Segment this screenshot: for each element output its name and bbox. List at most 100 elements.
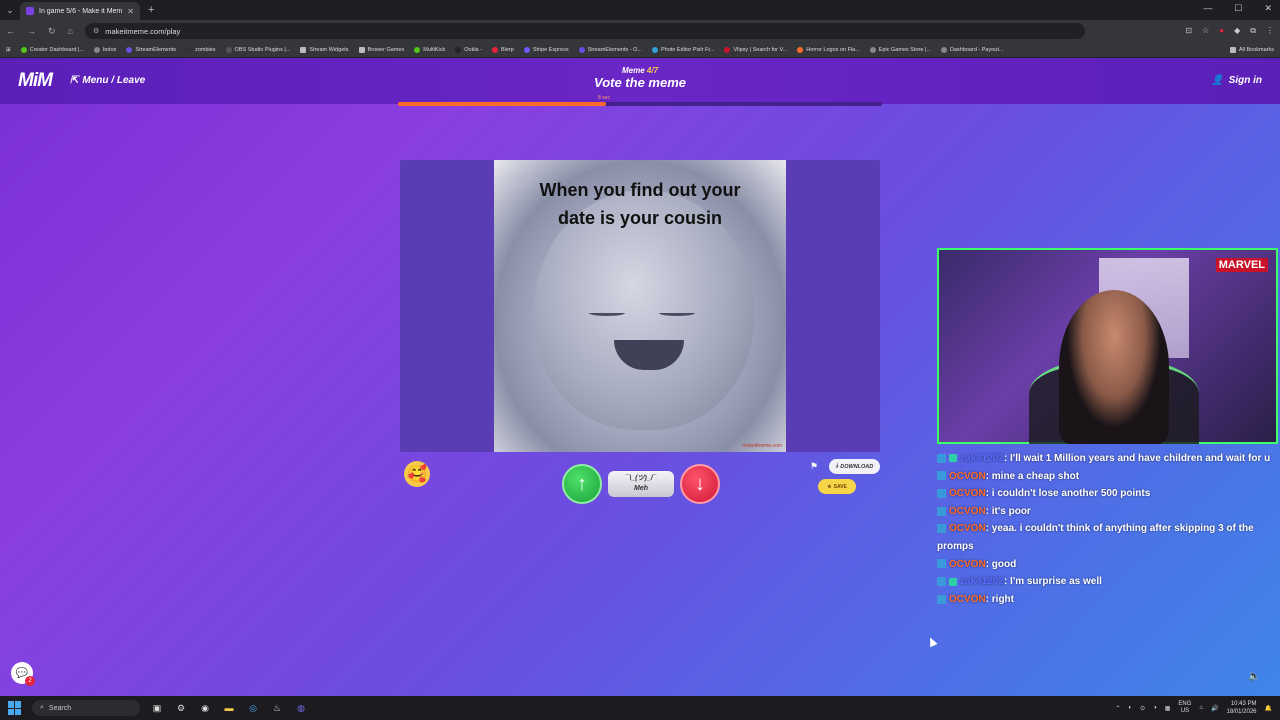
save-label: SAVE	[833, 483, 847, 490]
baby-eye	[589, 310, 625, 316]
meh-button[interactable]: ¯\_(ツ)_/¯ Meh	[608, 471, 674, 497]
discord-icon[interactable]: ◍	[294, 701, 308, 715]
tab-active[interactable]: In game 5/6 - Make it Meme ✕	[20, 2, 140, 20]
install-icon[interactable]: ⊡	[1185, 26, 1192, 36]
minimize-button[interactable]: —	[1203, 3, 1212, 14]
exit-icon: ⇱	[70, 75, 79, 86]
network-icon[interactable]: ⌂	[1199, 705, 1203, 711]
notification-count-badge: 2	[25, 676, 35, 686]
settings-gear-icon[interactable]: ⚙	[174, 701, 188, 715]
window-controls: — ☐ ✕	[1203, 3, 1272, 14]
obs-icon[interactable]: ◉	[198, 701, 212, 715]
bookmark-item[interactable]: Vlipsy | Search for V...	[724, 46, 787, 53]
site-logo[interactable]: MiM	[18, 70, 53, 92]
extensions-puzzle-icon[interactable]: ⧉	[1250, 26, 1256, 36]
bookmark-item[interactable]: Blerp	[491, 46, 514, 53]
baby-eye	[659, 310, 695, 316]
upvote-button[interactable]: ↑	[562, 464, 602, 504]
url-text: makeitmeme.com/play	[105, 26, 181, 36]
sound-mute-icon[interactable]: 🔈	[1248, 671, 1260, 682]
search-icon: ⌕	[40, 704, 44, 711]
reload-button[interactable]: ↻	[48, 26, 56, 37]
apps-icon[interactable]: ⊞	[6, 47, 11, 53]
timer-progress-bar	[398, 102, 882, 106]
notifications-icon[interactable]: 🔔	[1265, 705, 1272, 712]
profile-icon[interactable]: ⋮	[1266, 26, 1274, 36]
baby-mouth	[614, 340, 684, 370]
bookmark-star-icon[interactable]: ☆	[1202, 26, 1209, 36]
bookmark-folder[interactable]: Stream Widgets	[300, 46, 349, 53]
bookmark-item[interactable]: Stripe Express	[523, 46, 569, 53]
vote-controls: ↑ ¯\_(ツ)_/¯ Meh ↓	[562, 464, 720, 504]
bookmark-item[interactable]: Horror Logos on Fla...	[797, 46, 860, 53]
timer-progress-fill	[398, 102, 607, 106]
tray-app-icon[interactable]: ◐	[1128, 705, 1132, 711]
extension-icon[interactable]: ●	[1219, 26, 1224, 36]
user-icon: 👤	[1211, 75, 1224, 86]
taskbar-search-label: Search	[48, 704, 72, 712]
home-button[interactable]: ⌂	[68, 26, 73, 36]
bookmark-item[interactable]: StreamElements	[126, 46, 176, 53]
bookmark-item[interactable]: Creator Dashboard |...	[20, 46, 84, 53]
sub-badge-icon	[949, 577, 957, 586]
bookmark-item[interactable]: Dashboard - Payout...	[940, 46, 1003, 53]
arrow-up-icon: ↑	[577, 472, 587, 495]
bookmark-item[interactable]: botox	[93, 46, 116, 53]
back-button[interactable]: ←	[6, 26, 15, 36]
meme-counter: Meme 4/7	[621, 66, 659, 75]
close-tab-icon[interactable]: ✕	[127, 7, 134, 16]
round-title: Meme 4/7 Vote the meme	[540, 66, 740, 90]
tray-app-icon[interactable]: ⊙	[1140, 705, 1145, 712]
meme-caption: When you find out your date is your cous…	[539, 180, 741, 228]
save-button[interactable]: ★ SAVE	[818, 479, 856, 494]
tray-app-icon[interactable]: ▦	[1165, 705, 1171, 712]
windows-start-icon[interactable]	[8, 701, 22, 715]
address-bar[interactable]: ⚙ makeitmeme.com/play	[84, 23, 1085, 39]
file-explorer-icon[interactable]: ▬	[222, 701, 236, 715]
chat-message: OCVON: good	[937, 556, 1278, 574]
clock[interactable]: 10:43 PM 18/01/2026	[1226, 700, 1256, 716]
steam-icon[interactable]: ♨	[270, 701, 284, 715]
extension-icons: ⊡ ☆ ● ◆ ⧉ ⋮	[1185, 26, 1274, 36]
bookmark-item[interactable]: Ookla -	[455, 46, 482, 53]
menu-leave-button[interactable]: ⇱ Menu / Leave	[70, 75, 145, 86]
sign-in-button[interactable]: 👤 Sign in	[1211, 75, 1262, 86]
task-view-icon[interactable]: ▣	[150, 701, 164, 715]
maximize-button[interactable]: ☐	[1234, 3, 1242, 14]
download-button[interactable]: ⤓ DOWNLOAD	[829, 459, 880, 474]
volume-icon[interactable]: 🔊	[1211, 705, 1218, 712]
chat-message: zak41202: I'm surprise as well	[937, 573, 1278, 591]
mouse-cursor-icon	[926, 635, 938, 648]
chat-message: OCVON: mine a cheap shot	[937, 468, 1278, 486]
meme-watermark: makeitmeme.com	[742, 443, 782, 449]
tray-app-icon[interactable]: ◑	[1153, 705, 1157, 711]
downvote-button[interactable]: ↓	[680, 464, 720, 504]
taskbar-search[interactable]: ⌕ Search	[32, 700, 140, 716]
bookmark-item[interactable]: OBS Studio Plugins |...	[225, 46, 290, 53]
chat-message: OCVON: i couldn't lose another 500 point…	[937, 485, 1278, 503]
game-page: MiM ⇱ Menu / Leave Meme 4/7 Vote the mem…	[0, 58, 1280, 696]
bookmark-folder[interactable]: Brower Games	[358, 46, 404, 53]
all-bookmarks-button[interactable]: All Bookmarks	[1229, 46, 1274, 53]
makeitmeme-favicon-icon	[26, 7, 34, 15]
sign-in-label: Sign in	[1228, 75, 1262, 86]
close-window-button[interactable]: ✕	[1264, 3, 1272, 14]
report-flag-icon[interactable]: ⚑	[810, 461, 818, 472]
forward-button[interactable]: →	[27, 26, 36, 36]
bookmark-item[interactable]: StreamElements - O...	[578, 46, 642, 53]
bookmark-item[interactable]: Epic Games Store |...	[869, 46, 931, 53]
chrome-icon[interactable]: ◎	[246, 701, 260, 715]
tab-search-dropdown[interactable]: ⌄	[0, 5, 20, 16]
bookmark-item[interactable]: MultiKick	[414, 46, 445, 53]
bookmark-item[interactable]: Photo Editor Pixlr Fr...	[651, 46, 714, 53]
bookmark-item[interactable]: zombies	[186, 46, 216, 53]
prime-badge-icon	[937, 453, 946, 463]
streamer-figure	[1059, 290, 1169, 444]
chat-bubble-button[interactable]: 💬 2	[11, 662, 35, 686]
extension-icon[interactable]: ◆	[1234, 26, 1240, 36]
emoji-reaction-button[interactable]: 🥰	[404, 461, 430, 487]
language-indicator[interactable]: ENG US	[1178, 701, 1191, 715]
new-tab-button[interactable]: +	[148, 4, 154, 16]
site-info-icon[interactable]: ⚙	[93, 27, 99, 35]
tray-chevron-icon[interactable]: ⌃	[1115, 705, 1120, 712]
